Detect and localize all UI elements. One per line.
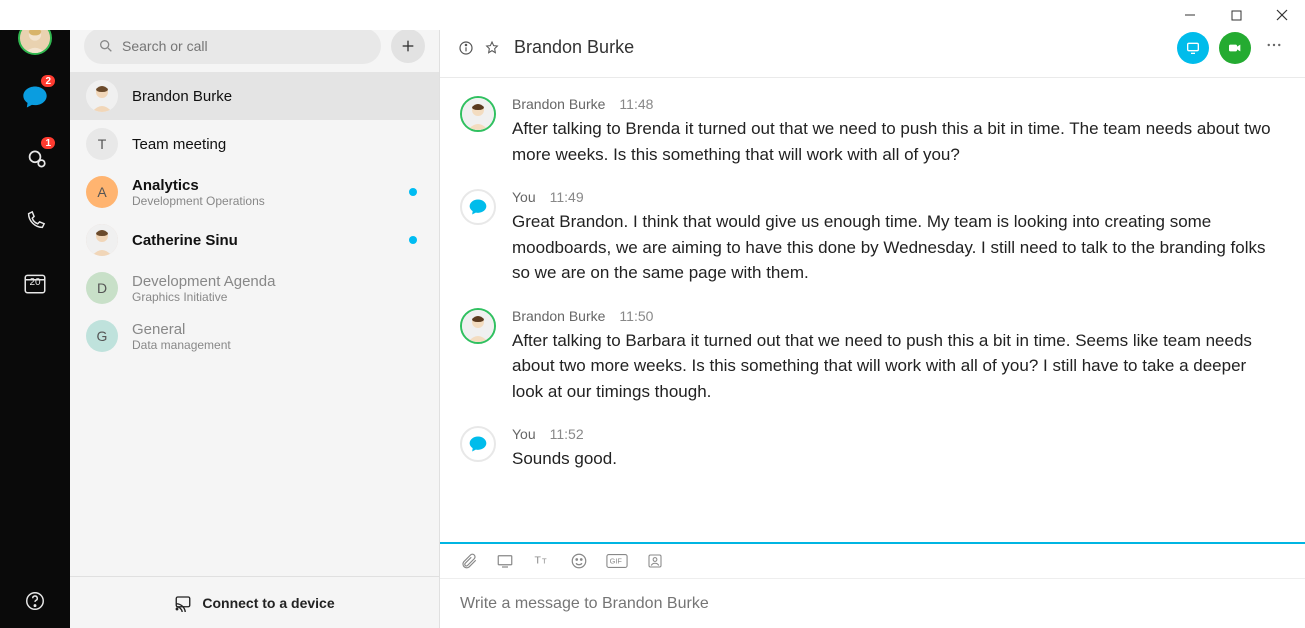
rail-chat-badge: 2 — [39, 73, 57, 89]
space-avatar-letter: G — [86, 320, 118, 352]
space-name: Brandon Burke — [132, 88, 232, 105]
screenshot-icon[interactable] — [496, 552, 514, 570]
space-name: Team meeting — [132, 136, 226, 153]
svg-text:T: T — [542, 556, 547, 565]
space-item[interactable]: T Team meeting — [70, 120, 439, 168]
space-item[interactable]: A AnalyticsDevelopment Operations — [70, 168, 439, 216]
space-subtitle: Graphics Initiative — [132, 290, 275, 304]
window-maximize[interactable] — [1213, 0, 1259, 30]
space-item[interactable]: G GeneralData management — [70, 312, 439, 360]
message-time: 11:50 — [619, 308, 653, 324]
window-close[interactable] — [1259, 0, 1305, 30]
window-minimize[interactable] — [1167, 0, 1213, 30]
spaces-column: Brandon BurkeTTeam meetingAAnalyticsDeve… — [70, 0, 440, 628]
format-icon[interactable]: TT — [532, 552, 552, 570]
cast-icon — [174, 594, 192, 612]
more-options-button[interactable] — [1261, 36, 1287, 59]
favorite-icon[interactable] — [484, 40, 500, 56]
conversation-column: Brandon Burke Brandon Burke 11:48 After ta… — [440, 0, 1305, 628]
message-list: Brandon Burke 11:48 After talking to Brend… — [440, 78, 1305, 542]
search-box[interactable] — [84, 28, 381, 64]
space-subtitle: Development Operations — [132, 194, 265, 208]
rail-calls[interactable] — [15, 201, 55, 241]
space-avatar-letter: D — [86, 272, 118, 304]
connect-device-button[interactable]: Connect to a device — [70, 576, 439, 628]
info-icon[interactable] — [458, 40, 474, 56]
message-time: 11:49 — [550, 189, 584, 205]
screen-share-button[interactable] — [1177, 32, 1209, 64]
message-text: After talking to Barbara it turned out t… — [512, 328, 1271, 405]
rail-help[interactable] — [0, 590, 70, 612]
space-avatar-letter: A — [86, 176, 118, 208]
message-text: Sounds good. — [512, 446, 1271, 472]
message-sender: Brandon Burke — [512, 308, 605, 324]
search-input[interactable] — [122, 38, 367, 54]
unread-dot-icon — [409, 236, 417, 244]
message: You 11:49 Great Brandon. I think that woul… — [460, 189, 1271, 286]
self-chat-icon — [460, 426, 496, 462]
search-icon — [98, 38, 114, 54]
space-item[interactable]: Catherine Sinu — [70, 216, 439, 264]
message: Brandon Burke 11:50 After talking to Barba… — [460, 308, 1271, 405]
self-chat-icon — [460, 189, 496, 225]
space-item[interactable]: Brandon Burke — [70, 72, 439, 120]
connect-device-label: Connect to a device — [202, 595, 334, 611]
new-space-button[interactable] — [391, 29, 425, 63]
message-time: 11:52 — [550, 426, 584, 442]
message-sender: Brandon Burke — [512, 96, 605, 112]
message-sender: You — [512, 189, 536, 205]
gif-icon[interactable]: GIF — [606, 553, 628, 569]
rail-chat[interactable]: 2 — [15, 77, 55, 117]
rail-calendar[interactable]: 20 — [15, 263, 55, 303]
compose-toolbar: TT GIF — [440, 542, 1305, 578]
message-text: Great Brandon. I think that would give u… — [512, 209, 1271, 286]
svg-text:T: T — [535, 554, 542, 566]
window-frame — [0, 0, 1305, 30]
person-avatar-icon — [460, 308, 496, 344]
space-name: Analytics — [132, 177, 265, 194]
compose-input[interactable] — [460, 595, 1285, 613]
rail-calendar-day: 20 — [29, 277, 40, 288]
message-time: 11:48 — [619, 96, 653, 112]
message: You 11:52 Sounds good. — [460, 426, 1271, 472]
svg-text:GIF: GIF — [610, 557, 623, 566]
space-item[interactable]: D Development AgendaGraphics Initiative — [70, 264, 439, 312]
attach-icon[interactable] — [460, 552, 478, 570]
message: Brandon Burke 11:48 After talking to Brend… — [460, 96, 1271, 167]
video-call-button[interactable] — [1219, 32, 1251, 64]
space-avatar-letter: T — [86, 128, 118, 160]
spaces-list: Brandon BurkeTTeam meetingAAnalyticsDeve… — [70, 72, 439, 576]
person-avatar-icon — [86, 80, 118, 112]
person-avatar-icon — [460, 96, 496, 132]
message-text: After talking to Brenda it turned out th… — [512, 116, 1271, 167]
nav-rail: Webex Teams 2 1 20 — [0, 0, 70, 628]
person-avatar-icon — [86, 224, 118, 256]
emoji-icon[interactable] — [570, 552, 588, 570]
conversation-title: Brandon Burke — [514, 37, 634, 58]
space-name: Development Agenda — [132, 273, 275, 290]
mention-icon[interactable] — [646, 552, 664, 570]
space-subtitle: Data management — [132, 338, 231, 352]
rail-teams[interactable]: 1 — [15, 139, 55, 179]
message-sender: You — [512, 426, 536, 442]
unread-dot-icon — [409, 188, 417, 196]
space-name: Catherine Sinu — [132, 232, 238, 249]
space-name: General — [132, 321, 231, 338]
rail-teams-badge: 1 — [39, 135, 57, 151]
